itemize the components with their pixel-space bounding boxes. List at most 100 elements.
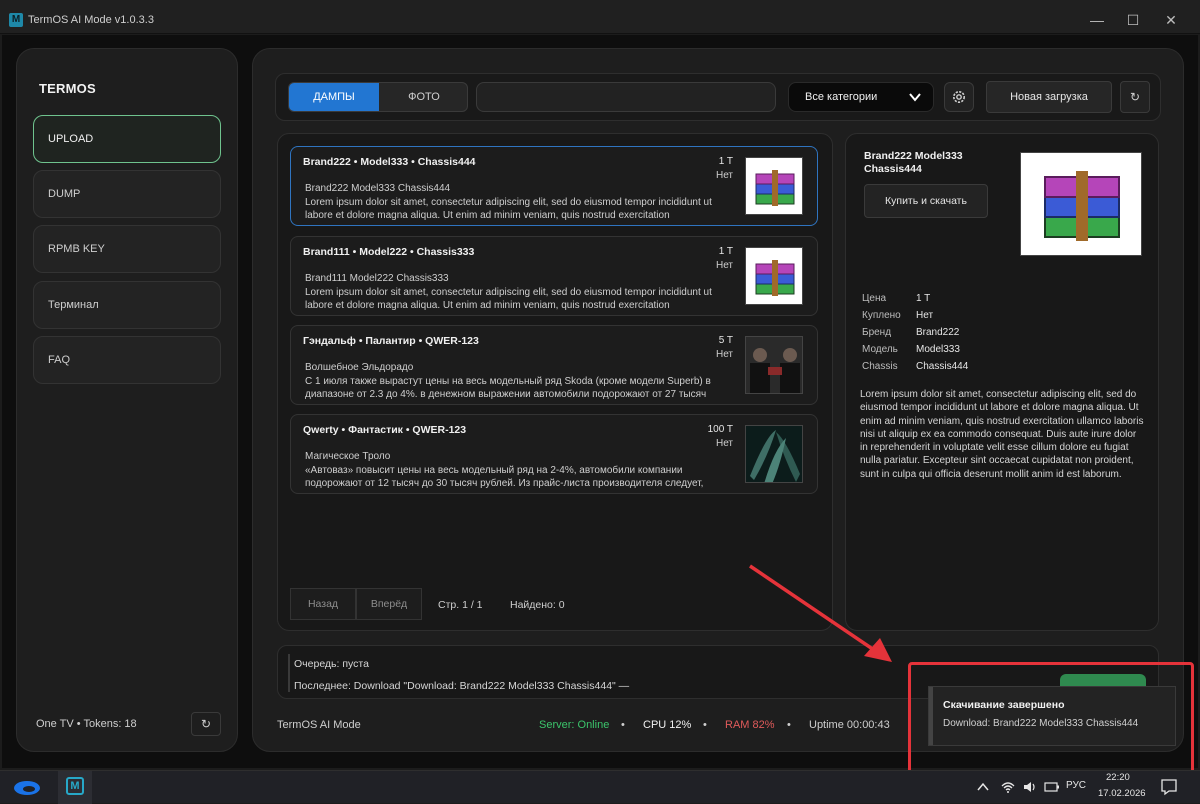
sidebar-item-faq[interactable]: FAQ bbox=[33, 336, 221, 384]
item-bought: Нет bbox=[715, 170, 733, 181]
sidebar-item-terminal[interactable]: Терминал bbox=[33, 281, 221, 329]
item-subtitle: Магическое Троло bbox=[305, 451, 391, 462]
field-label: Куплено bbox=[862, 310, 901, 321]
server-status: Server: Online bbox=[539, 719, 610, 731]
toolbar: ДАМПЫ ФОТО Все категории Новая загрузка … bbox=[275, 73, 1161, 121]
taskbar-app-termos[interactable]: M bbox=[58, 771, 92, 804]
item-price: 1 T bbox=[718, 246, 733, 257]
sidebar-refresh-button[interactable]: ↻ bbox=[191, 712, 221, 736]
browser-icon[interactable] bbox=[12, 777, 42, 799]
chevron-down-icon bbox=[909, 93, 921, 102]
cpu-status: CPU 12% bbox=[643, 719, 692, 731]
buy-download-button[interactable]: Купить и скачать bbox=[864, 184, 988, 218]
new-upload-button[interactable]: Новая загрузка bbox=[986, 81, 1112, 113]
item-title: Qwerty • Фантастик • QWER-123 bbox=[303, 424, 467, 436]
network-icon[interactable] bbox=[1000, 780, 1016, 794]
battery-icon[interactable] bbox=[1044, 780, 1060, 794]
category-select[interactable]: Все категории bbox=[788, 82, 934, 112]
item-price: 1 T bbox=[718, 156, 733, 167]
photo-thumbnail bbox=[745, 425, 803, 483]
field-label: Chassis bbox=[862, 361, 898, 372]
item-description: «Автоваз» повысит цены на весь модельный… bbox=[305, 465, 704, 489]
keyboard-language[interactable]: РУС bbox=[1066, 780, 1086, 791]
item-subtitle: Волшебное Эльдорадо bbox=[305, 362, 414, 373]
brand-title: TERMOS bbox=[39, 81, 96, 96]
field-label: Цена bbox=[862, 293, 887, 304]
tab-switch: ДАМПЫ ФОТО bbox=[288, 82, 468, 112]
queue-accent-bar bbox=[288, 654, 290, 692]
chevron-up-icon[interactable] bbox=[976, 780, 990, 794]
tab-photo[interactable]: ФОТО bbox=[379, 83, 467, 111]
toast-accent-bar bbox=[929, 687, 933, 745]
gear-icon bbox=[953, 91, 965, 103]
detail-panel: Brand222 Model333 Chassis444 Купить и ск… bbox=[845, 133, 1159, 631]
taskbar: M РУС 22:20 17.02.2026 bbox=[0, 770, 1200, 804]
list-item[interactable]: Qwerty • Фантастик • QWER-123 100 T Нет … bbox=[290, 414, 818, 494]
list-item[interactable]: Brand111 • Model222 • Chassis333 1 T Нет… bbox=[290, 236, 818, 316]
list-item[interactable]: Brand222 • Model333 • Chassis444 1 T Нет… bbox=[290, 146, 818, 226]
photo-thumbnail bbox=[745, 336, 803, 394]
field-value: 1 T bbox=[916, 293, 931, 304]
page-indicator: Стр. 1 / 1 bbox=[438, 599, 483, 611]
category-select-value: Все категории bbox=[805, 91, 878, 103]
next-page-button[interactable]: Вперёд bbox=[356, 588, 422, 620]
item-bought: Нет bbox=[715, 349, 733, 360]
item-bought: Нет bbox=[715, 438, 733, 449]
tokens-label: One TV • Tokens: 18 bbox=[36, 718, 137, 730]
item-title: Гэндальф • Палантир • QWER-123 bbox=[303, 335, 479, 347]
item-title: Brand111 • Model222 • Chassis333 bbox=[303, 246, 475, 258]
clock-date[interactable]: 17.02.2026 bbox=[1098, 788, 1146, 799]
found-count: Найдено: 0 bbox=[510, 599, 565, 611]
download-complete-toast[interactable]: Скачивание завершено Download: Brand222 … bbox=[928, 686, 1176, 746]
sidebar-item-dump[interactable]: DUMP bbox=[33, 170, 221, 218]
ram-status: RAM 82% bbox=[725, 719, 775, 731]
maximize-button[interactable]: ☐ bbox=[1118, 8, 1148, 32]
queue-last: Последнее: Download "Download: Brand222 … bbox=[294, 680, 630, 692]
field-value: Chassis444 bbox=[916, 361, 969, 372]
notifications-icon[interactable] bbox=[1160, 778, 1178, 796]
search-input[interactable] bbox=[476, 82, 776, 112]
list-item[interactable]: Гэндальф • Палантир • QWER-123 5 T Нет В… bbox=[290, 325, 818, 405]
window-title: TermOS AI Mode v1.0.3.3 bbox=[28, 14, 154, 26]
sidebar-item-rpmb-key[interactable]: RPMB KEY bbox=[33, 225, 221, 273]
app-logo-icon: M bbox=[9, 13, 23, 27]
detail-title: Brand222 Model333 Chassis444 bbox=[864, 150, 963, 175]
status-separator: • bbox=[787, 719, 791, 731]
prev-page-button[interactable]: Назад bbox=[290, 588, 356, 620]
tab-dumps[interactable]: ДАМПЫ bbox=[289, 83, 379, 111]
item-subtitle: Brand111 Model222 Chassis333 bbox=[305, 273, 449, 284]
archive-icon bbox=[745, 247, 803, 305]
sidebar-item-upload[interactable]: UPLOAD bbox=[33, 115, 221, 163]
item-description: Lorem ipsum dolor sit amet, consectetur … bbox=[305, 287, 712, 311]
toast-title: Скачивание завершено bbox=[943, 699, 1065, 711]
sidebar: TERMOS UPLOAD DUMP RPMB KEY Терминал FAQ… bbox=[16, 48, 238, 752]
clock-time[interactable]: 22:20 bbox=[1106, 772, 1130, 783]
archive-icon bbox=[1020, 152, 1142, 256]
status-separator: • bbox=[621, 719, 625, 731]
title-bar: M TermOS AI Mode v1.0.3.3 — ☐ ✕ bbox=[0, 0, 1200, 34]
speaker-icon[interactable] bbox=[1022, 780, 1038, 794]
minimize-button[interactable]: — bbox=[1082, 8, 1112, 32]
field-label: Модель bbox=[862, 344, 898, 355]
item-price: 5 T bbox=[718, 335, 733, 346]
item-bought: Нет bbox=[715, 260, 733, 271]
field-value: Brand222 bbox=[916, 327, 960, 338]
refresh-button[interactable]: ↻ bbox=[1120, 81, 1150, 113]
archive-icon bbox=[745, 157, 803, 215]
field-value: Нет bbox=[916, 310, 934, 321]
status-separator: • bbox=[703, 719, 707, 731]
item-subtitle: Brand222 Model333 Chassis444 bbox=[305, 183, 451, 194]
item-description: С 1 июля также вырастут цены на весь мод… bbox=[305, 376, 711, 400]
status-app-name: TermOS AI Mode bbox=[277, 719, 361, 731]
uptime-status: Uptime 00:00:43 bbox=[809, 719, 890, 731]
item-description: Lorem ipsum dolor sit amet, consectetur … bbox=[305, 197, 712, 221]
detail-description: Lorem ipsum dolor sit amet, consectetur … bbox=[860, 389, 1144, 480]
annotation-arrow-icon bbox=[749, 564, 892, 662]
field-value: Model333 bbox=[916, 344, 960, 355]
queue-status: Очередь: пуста bbox=[294, 658, 369, 670]
close-button[interactable]: ✕ bbox=[1156, 8, 1186, 32]
dump-list: Brand222 • Model333 • Chassis444 1 T Нет… bbox=[277, 133, 833, 631]
settings-button[interactable] bbox=[944, 82, 974, 112]
toast-body: Download: Brand222 Model333 Chassis444 bbox=[943, 718, 1139, 729]
field-label: Бренд bbox=[862, 327, 892, 338]
